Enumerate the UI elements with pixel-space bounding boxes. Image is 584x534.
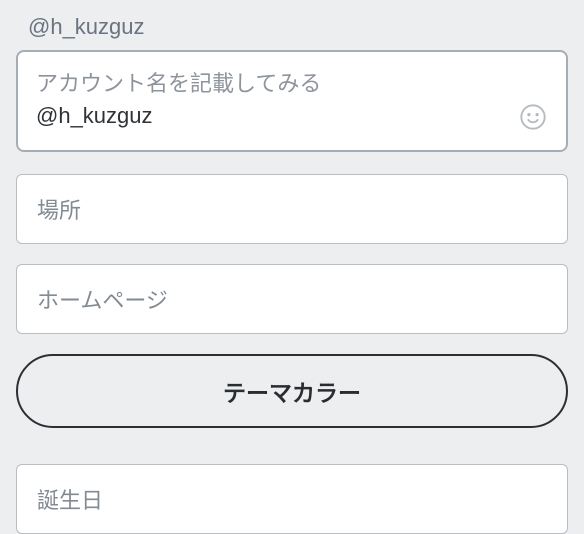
username-label: @h_kuzguz bbox=[16, 0, 568, 50]
birthday-input[interactable]: 誕生日 bbox=[16, 464, 568, 534]
theme-color-button[interactable]: テーマカラー bbox=[16, 354, 568, 428]
smile-icon[interactable] bbox=[518, 102, 548, 132]
website-input[interactable]: ホームページ bbox=[16, 264, 568, 334]
profile-edit-form: @h_kuzguz アカウント名を記載してみる @h_kuzguz 場所 ホーム… bbox=[0, 0, 584, 534]
bio-input[interactable]: アカウント名を記載してみる @h_kuzguz bbox=[16, 50, 568, 152]
location-input[interactable]: 場所 bbox=[16, 174, 568, 244]
bio-placeholder-text: アカウント名を記載してみる bbox=[36, 68, 548, 100]
bio-value-text: @h_kuzguz bbox=[36, 100, 548, 132]
